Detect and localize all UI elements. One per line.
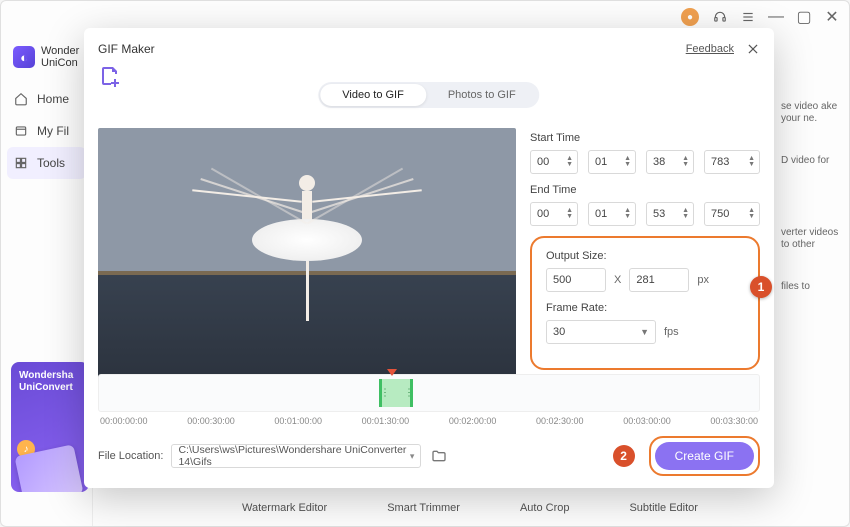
create-gif-highlight: Create GIF xyxy=(649,436,760,476)
tile-text: files to xyxy=(779,281,839,293)
right-tile-snippets: se video ake your ne. D video for verter… xyxy=(779,101,839,323)
end-ms-stepper[interactable]: 750▲▼ xyxy=(704,202,760,226)
tile-text: D video for xyxy=(779,155,839,167)
tab-video-to-gif[interactable]: Video to GIF xyxy=(320,84,426,106)
maximize-button[interactable]: ▢ xyxy=(797,10,811,24)
tab-watermark-editor[interactable]: Watermark Editor xyxy=(242,502,327,514)
ruler-tick: 00:00:30:00 xyxy=(187,416,235,426)
end-mm-stepper[interactable]: 01▲▼ xyxy=(588,202,636,226)
ruler-tick: 00:02:00:00 xyxy=(449,416,497,426)
dialog-footer: File Location: C:\Users\ws\Pictures\Wond… xyxy=(98,436,760,476)
dimension-multiplier: X xyxy=(614,274,621,286)
end-time-label: End Time xyxy=(530,184,760,196)
end-hh-stepper[interactable]: 00▲▼ xyxy=(530,202,578,226)
output-width-input[interactable]: 500 xyxy=(546,268,606,292)
sidebar-item-label: Home xyxy=(37,92,69,106)
feedback-link[interactable]: Feedback xyxy=(686,43,734,55)
close-window-button[interactable]: ✕ xyxy=(825,10,839,24)
dialog-header: GIF Maker Feedback xyxy=(98,38,760,60)
files-icon xyxy=(13,123,29,139)
size-unit: px xyxy=(697,274,709,286)
tab-subtitle-editor[interactable]: Subtitle Editor xyxy=(629,502,697,514)
output-settings-group: 1 Output Size: 500 X 281 px Frame Rate: … xyxy=(530,236,760,370)
logo-mark-icon: ◐ xyxy=(13,46,35,68)
frame-rate-label: Frame Rate: xyxy=(546,302,744,314)
ruler-tick: 00:02:30:00 xyxy=(536,416,584,426)
video-preview[interactable] xyxy=(98,128,516,388)
timeline-track[interactable]: ⋮ ⋮ xyxy=(98,374,760,412)
frame-rate-select[interactable]: 30▼ xyxy=(546,320,656,344)
start-mm-stepper[interactable]: 01▲▼ xyxy=(588,150,636,174)
close-dialog-button[interactable] xyxy=(746,42,760,56)
open-folder-button[interactable] xyxy=(429,446,449,466)
sidebar-item-label: My Fil xyxy=(37,124,69,138)
app-name: Wonder UniCon xyxy=(41,45,79,69)
callout-badge-2: 2 xyxy=(613,445,635,467)
selection-handle-left[interactable]: ⋮ xyxy=(380,388,388,399)
sidebar: ◐ Wonder UniCon Home My Fil Tools Wonder… xyxy=(1,33,93,526)
promo-card[interactable]: Wondersha UniConvert ♪ xyxy=(11,362,89,492)
app-name-line1: Wonder xyxy=(41,45,79,57)
file-location-path: C:\Users\ws\Pictures\Wondershare UniConv… xyxy=(178,444,409,468)
gif-maker-dialog: GIF Maker Feedback Video to GIF Photos t… xyxy=(84,28,774,488)
output-size-label: Output Size: xyxy=(546,250,744,262)
account-avatar[interactable]: ● xyxy=(681,8,699,26)
fps-unit: fps xyxy=(664,326,679,338)
playhead-marker[interactable] xyxy=(387,369,397,376)
ruler-tick: 00:03:00:00 xyxy=(623,416,671,426)
timeline-ruler: 00:00:00:00 00:00:30:00 00:01:00:00 00:0… xyxy=(98,416,760,426)
tile-text: verter videos to other xyxy=(779,227,839,251)
start-ss-stepper[interactable]: 38▲▼ xyxy=(646,150,694,174)
file-location-field[interactable]: C:\Users\ws\Pictures\Wondershare UniConv… xyxy=(171,444,421,468)
sidebar-item-home[interactable]: Home xyxy=(1,83,92,115)
app-logo: ◐ Wonder UniCon xyxy=(1,41,92,83)
tools-icon xyxy=(13,155,29,171)
create-gif-button[interactable]: Create GIF xyxy=(655,442,754,470)
settings-panel: Start Time 00▲▼ 01▲▼ 38▲▼ 783▲▼ End Time… xyxy=(530,128,760,370)
mode-segmented-control: Video to GIF Photos to GIF xyxy=(318,82,539,108)
callout-badge-1: 1 xyxy=(750,276,772,298)
headset-icon[interactable] xyxy=(713,10,727,24)
dialog-title: GIF Maker xyxy=(98,42,155,56)
home-icon xyxy=(13,91,29,107)
tab-photos-to-gif[interactable]: Photos to GIF xyxy=(426,84,538,106)
start-time-label: Start Time xyxy=(530,132,760,144)
end-ss-stepper[interactable]: 53▲▼ xyxy=(646,202,694,226)
sidebar-item-label: Tools xyxy=(37,156,65,170)
app-name-line2: UniCon xyxy=(41,57,79,69)
timeline-selection[interactable]: ⋮ ⋮ xyxy=(379,379,413,407)
promo-title: Wondersha UniConvert xyxy=(19,370,81,394)
selection-handle-right[interactable]: ⋮ xyxy=(404,388,412,399)
sidebar-item-tools[interactable]: Tools xyxy=(7,147,86,179)
sidebar-item-files[interactable]: My Fil xyxy=(1,115,92,147)
tab-auto-crop[interactable]: Auto Crop xyxy=(520,502,570,514)
start-ms-stepper[interactable]: 783▲▼ xyxy=(704,150,760,174)
ruler-tick: 00:03:30:00 xyxy=(710,416,758,426)
chevron-down-icon[interactable]: ▾ xyxy=(410,451,415,462)
minimize-button[interactable]: — xyxy=(769,10,783,24)
menu-icon[interactable] xyxy=(741,10,755,24)
ruler-tick: 00:00:00:00 xyxy=(100,416,148,426)
add-file-icon[interactable] xyxy=(98,64,122,88)
bottom-tool-tabs: Watermark Editor Smart Trimmer Auto Crop… xyxy=(101,496,839,520)
output-height-input[interactable]: 281 xyxy=(629,268,689,292)
chevron-down-icon: ▼ xyxy=(640,327,649,337)
tab-smart-trimmer[interactable]: Smart Trimmer xyxy=(387,502,460,514)
start-hh-stepper[interactable]: 00▲▼ xyxy=(530,150,578,174)
ruler-tick: 00:01:30:00 xyxy=(362,416,410,426)
ruler-tick: 00:01:00:00 xyxy=(274,416,322,426)
timeline-area: ⋮ ⋮ 00:00:00:00 00:00:30:00 00:01:00:00 … xyxy=(98,374,760,426)
file-location-label: File Location: xyxy=(98,450,163,462)
tile-text: se video ake your ne. xyxy=(779,101,839,125)
preview-frame-art xyxy=(252,175,362,321)
